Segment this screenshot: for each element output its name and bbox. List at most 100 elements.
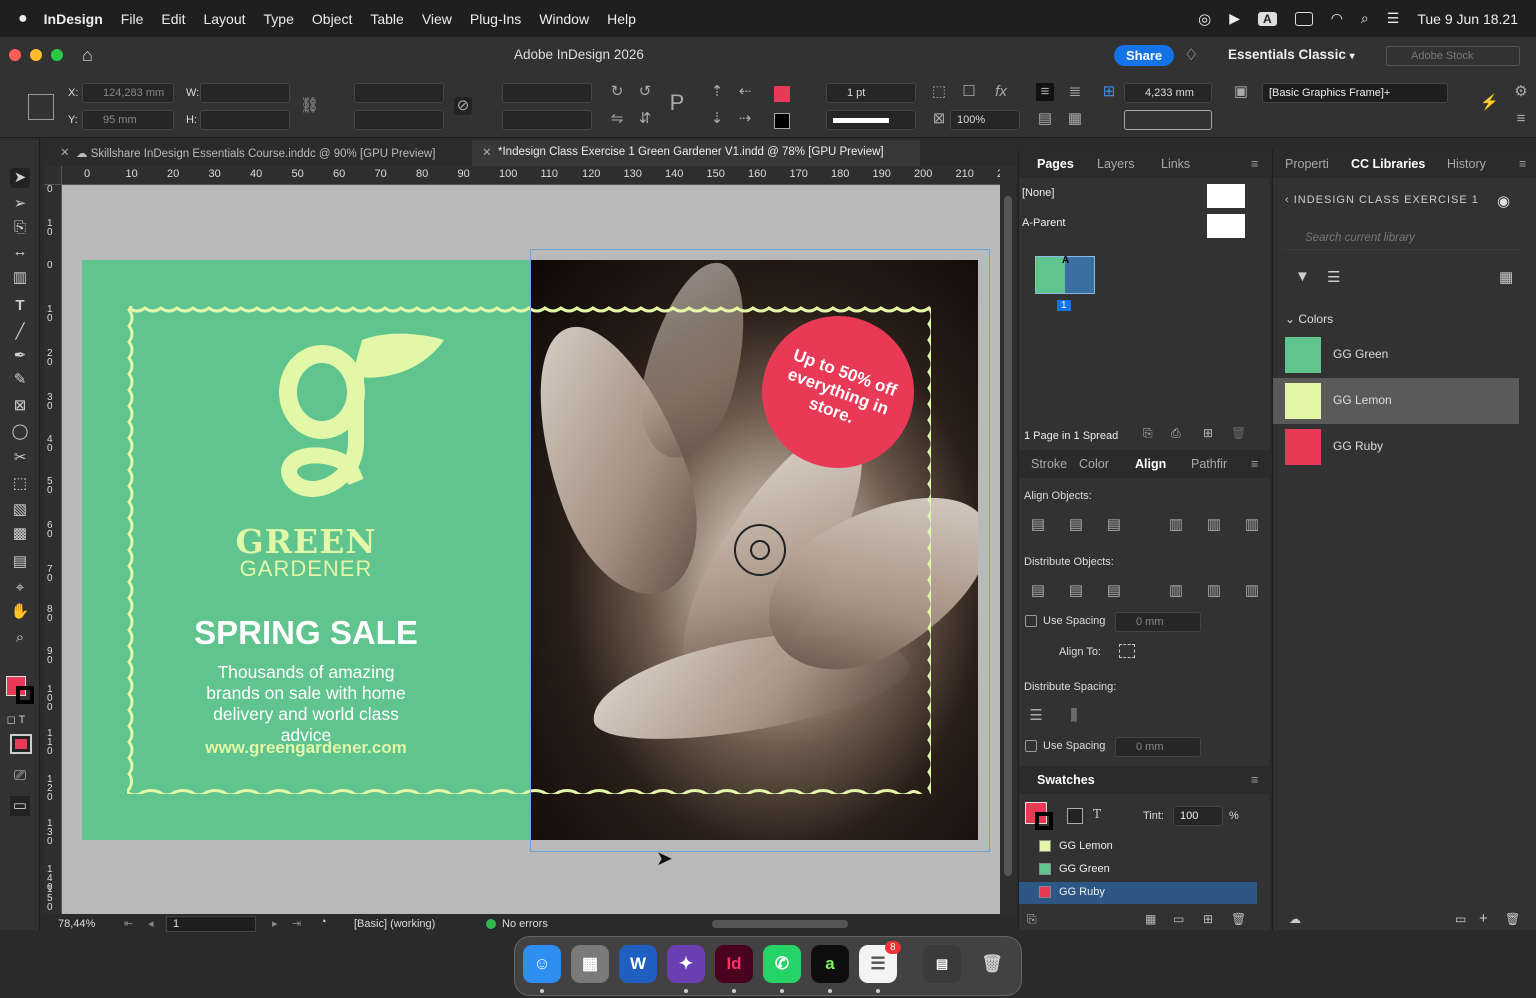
panel-menu-icon[interactable]: ≡ bbox=[1251, 773, 1258, 787]
menu-edit[interactable]: Edit bbox=[161, 11, 185, 27]
folder-icon[interactable]: ▭ bbox=[1455, 912, 1466, 926]
finder-icon[interactable]: ☺ bbox=[523, 945, 561, 983]
w-field[interactable] bbox=[200, 83, 290, 103]
page-thumbnail[interactable]: A bbox=[1035, 255, 1095, 294]
panel-menu-icon[interactable]: ≡ bbox=[1519, 157, 1526, 171]
share-button[interactable]: Share bbox=[1114, 45, 1175, 66]
scale-x-field[interactable] bbox=[354, 83, 444, 103]
lightbulb-icon[interactable]: ♢ bbox=[1184, 45, 1198, 65]
menu-view[interactable]: View bbox=[422, 11, 452, 27]
play-icon[interactable]: ▶ bbox=[1229, 10, 1240, 27]
flip-vertical-icon[interactable]: ⇵ bbox=[636, 110, 654, 128]
quick-apply-icon[interactable]: ⚡ bbox=[1480, 94, 1499, 112]
library-collaborators-icon[interactable]: ◉ bbox=[1497, 192, 1510, 210]
select-content-icon[interactable]: ⇣ bbox=[708, 110, 726, 128]
menu-type[interactable]: Type bbox=[264, 11, 294, 27]
add-element-icon[interactable]: + bbox=[1479, 910, 1488, 927]
line-tool-icon[interactable]: ╱ bbox=[10, 322, 30, 342]
preview-mode-icon[interactable]: ▭ bbox=[10, 796, 30, 816]
align-vertical-center-icon[interactable]: ▥ bbox=[1205, 516, 1223, 534]
menu-window[interactable]: Window bbox=[539, 11, 589, 27]
align-horizontal-center-icon[interactable]: ▤ bbox=[1067, 516, 1085, 534]
tint-field[interactable]: 100 bbox=[1173, 806, 1223, 826]
control-center-icon[interactable]: ☰ bbox=[1387, 10, 1400, 27]
menu-layout[interactable]: Layout bbox=[203, 11, 245, 27]
menu-file[interactable]: File bbox=[121, 11, 144, 27]
app-a-icon[interactable]: a bbox=[811, 945, 849, 983]
indesign-icon[interactable]: Id bbox=[715, 945, 753, 983]
close-tab-icon[interactable]: ✕ bbox=[60, 145, 70, 159]
distribute-horizontal-space-icon[interactable]: ⫼ bbox=[1065, 707, 1083, 725]
tab-swatches[interactable]: Swatches bbox=[1037, 773, 1095, 787]
effects-icon[interactable]: fx bbox=[992, 83, 1010, 101]
rotate-ccw-icon[interactable]: ↺ bbox=[636, 83, 654, 101]
delete-swatch-icon[interactable]: 🗑 bbox=[1231, 912, 1246, 926]
direct-selection-tool-icon[interactable]: ➢ bbox=[10, 194, 30, 214]
h-field[interactable] bbox=[200, 110, 290, 130]
select-previous-icon[interactable]: ⇠ bbox=[736, 83, 754, 101]
free-transform-tool-icon[interactable]: ⬚ bbox=[10, 474, 30, 494]
preflight-profile[interactable]: [Basic] (working) bbox=[354, 918, 435, 930]
next-page-icon[interactable]: ▸ bbox=[272, 917, 278, 930]
menu-help[interactable]: Help bbox=[607, 11, 636, 27]
filter-icon[interactable]: ▼ bbox=[1295, 268, 1310, 285]
stroke-preview-field[interactable] bbox=[1124, 110, 1212, 130]
hand-tool-icon[interactable]: ✋ bbox=[10, 602, 30, 622]
library-search[interactable]: Search current library bbox=[1283, 226, 1523, 250]
distribute-spacing-field[interactable]: 0 mm bbox=[1115, 612, 1201, 632]
vertical-ruler[interactable]: 0100102030405060708090100110120130140150 bbox=[44, 185, 62, 915]
opacity-field[interactable]: 100% bbox=[950, 110, 1020, 130]
fit-frame-icon[interactable]: ⬚ bbox=[930, 83, 948, 101]
affinity-icon[interactable]: ✦ bbox=[667, 945, 705, 983]
zoom-field[interactable]: 78,44% bbox=[58, 918, 95, 930]
preflight-icon[interactable]: ◔ bbox=[320, 916, 327, 928]
scissors-tool-icon[interactable]: ✂ bbox=[10, 448, 30, 468]
swatch-gg-lemon[interactable]: GG Lemon bbox=[1019, 836, 1257, 858]
distribute-top-icon[interactable]: ▤ bbox=[1029, 582, 1047, 600]
cloud-icon[interactable]: ☁ bbox=[1289, 912, 1301, 926]
page-tool-icon[interactable]: ⎘ bbox=[10, 218, 30, 238]
swatch-stroke-box[interactable] bbox=[1035, 812, 1053, 830]
offset-field[interactable]: 4,233 mm bbox=[1124, 83, 1212, 103]
master-a-parent[interactable]: A-Parent bbox=[1022, 217, 1065, 229]
new-page-icon[interactable]: ⊞ bbox=[1203, 426, 1213, 440]
tab-stroke[interactable]: Stroke bbox=[1031, 457, 1067, 471]
master-a-thumb[interactable] bbox=[1207, 214, 1245, 238]
sort-icon[interactable]: ☰ bbox=[1327, 268, 1340, 286]
close-window-button[interactable] bbox=[9, 49, 21, 61]
shear-field[interactable] bbox=[502, 110, 592, 130]
type-tool-icon[interactable]: T bbox=[10, 296, 30, 316]
object-style-dropdown[interactable]: [Basic Graphics Frame]+ bbox=[1262, 83, 1448, 103]
panel-menu-icon[interactable]: ≡ bbox=[1512, 110, 1530, 128]
apply-color-icon[interactable] bbox=[10, 734, 32, 754]
trash-icon[interactable]: 🗑 bbox=[973, 945, 1011, 983]
library-color-gg-green[interactable]: GG Green bbox=[1273, 332, 1519, 378]
reference-point-icon[interactable] bbox=[28, 94, 54, 120]
formatting-container-icon[interactable]: ◻ T bbox=[6, 710, 26, 730]
text-frame-icon[interactable]: P bbox=[668, 92, 686, 114]
battery-icon[interactable] bbox=[1294, 11, 1313, 26]
opacity-icon[interactable]: ⊠ bbox=[930, 110, 948, 128]
horizontal-ruler[interactable]: 0 10 20 30 40 50 60 70 80 90 100 110 120 130 140 150 160… bbox=[62, 166, 1003, 185]
scale-y-field[interactable] bbox=[354, 110, 444, 130]
text-wrap-icon[interactable]: ▤ bbox=[1036, 110, 1054, 128]
note-tool-icon[interactable]: ▤ bbox=[10, 552, 30, 572]
align-left-edge-icon[interactable]: ≡ bbox=[1036, 83, 1054, 101]
gap-tool-icon[interactable]: ↔ bbox=[10, 242, 30, 262]
menu-plugins[interactable]: Plug-Ins bbox=[470, 11, 521, 27]
grid-view-icon[interactable]: ▦ bbox=[1499, 268, 1513, 286]
tab-color[interactable]: Color bbox=[1079, 457, 1109, 471]
align-top-icon[interactable]: ▥ bbox=[1167, 516, 1185, 534]
folder-icon[interactable]: ▭ bbox=[1173, 912, 1184, 926]
creative-cloud-icon[interactable]: ◎ bbox=[1198, 10, 1211, 28]
first-page-icon[interactable]: ⇤ bbox=[124, 917, 133, 930]
new-master-icon[interactable]: ⎙ bbox=[1171, 426, 1181, 441]
tab-properties[interactable]: Properti bbox=[1285, 157, 1329, 171]
minimize-window-button[interactable] bbox=[30, 49, 42, 61]
vertical-scrollbar[interactable] bbox=[1000, 166, 1016, 916]
delete-icon[interactable]: 🗑 bbox=[1505, 912, 1520, 926]
workspace-switcher[interactable]: Essentials Classic ▾ bbox=[1228, 47, 1355, 62]
page-field[interactable]: 1 bbox=[166, 916, 256, 932]
distribute-vertical-center-icon[interactable]: ▤ bbox=[1067, 582, 1085, 600]
flip-horizontal-icon[interactable]: ⇋ bbox=[608, 110, 626, 128]
